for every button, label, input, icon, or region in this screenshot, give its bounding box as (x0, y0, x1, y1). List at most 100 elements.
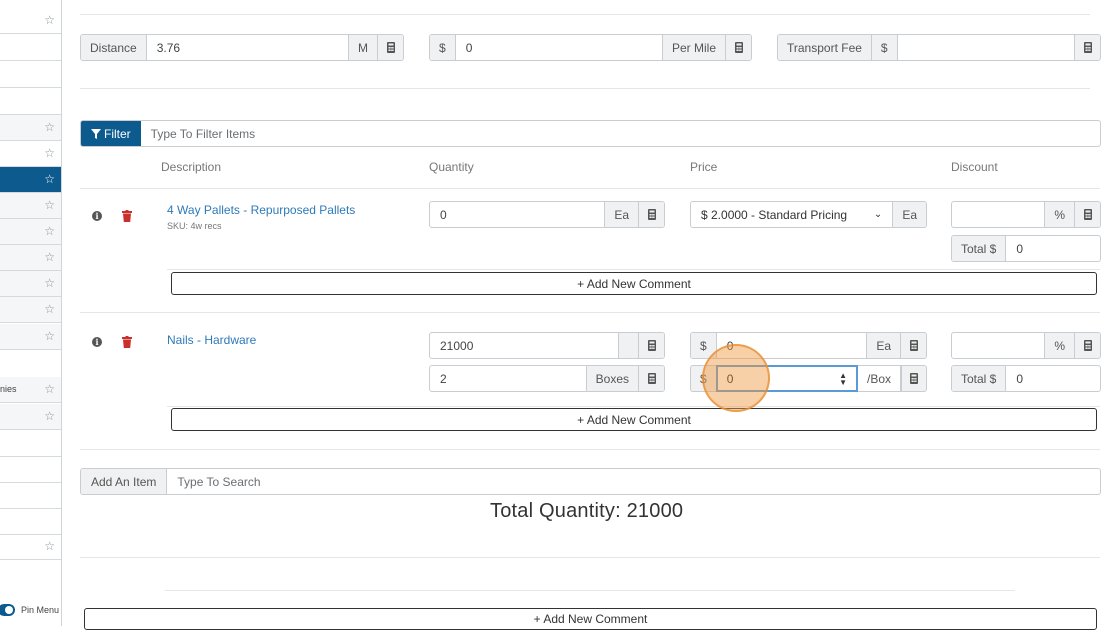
discount-group: % (951, 201, 1101, 228)
chevron-down-icon: ⌄ (873, 209, 883, 220)
star-icon[interactable]: ☆ (44, 382, 55, 396)
calculator-button[interactable] (638, 366, 664, 391)
add-comment-button[interactable]: + Add New Comment (84, 608, 1097, 630)
quantity-input[interactable]: 21000 (430, 333, 618, 358)
add-comment-button[interactable]: + Add New Comment (171, 272, 1097, 295)
info-icon[interactable]: i (92, 211, 102, 221)
sidebar-item[interactable] (0, 457, 61, 483)
box-price-group: $ 0 ▲ ▼ /Box (690, 365, 927, 392)
calculator-button[interactable] (638, 202, 664, 227)
trash-icon[interactable] (122, 210, 132, 222)
info-icon[interactable]: i (92, 337, 102, 347)
filter-icon (91, 128, 101, 139)
column-header-quantity: Quantity (429, 160, 474, 174)
star-icon[interactable]: ☆ (44, 302, 55, 316)
sidebar-item[interactable] (0, 89, 61, 115)
divider (80, 88, 1090, 89)
transport-fee-label: Transport Fee (778, 35, 872, 60)
sidebar-item[interactable]: ☆ (0, 219, 61, 245)
discount-input[interactable] (952, 333, 1044, 358)
star-icon[interactable]: ☆ (44, 539, 55, 553)
box-price-input[interactable]: 0 ▲ ▼ (715, 365, 858, 392)
calculator-button[interactable] (1074, 202, 1100, 227)
sidebar-item[interactable]: nies ☆ (0, 377, 61, 403)
star-icon[interactable]: ☆ (44, 146, 55, 160)
divider (80, 449, 1100, 450)
discount-unit: % (1044, 202, 1074, 227)
pin-menu[interactable]: Pin Menu (0, 602, 59, 618)
price-currency: $ (691, 333, 717, 358)
calculator-button[interactable] (1074, 333, 1100, 358)
calculator-button[interactable] (638, 333, 664, 358)
divider (80, 312, 1100, 313)
quantity-group: 0 Ea (429, 201, 665, 228)
calculator-button[interactable] (1074, 35, 1100, 60)
box-price-unit: /Box (857, 365, 901, 392)
box-quantity-input[interactable]: 2 (430, 366, 586, 391)
price-unit: Ea (892, 202, 926, 227)
divider (80, 188, 1100, 189)
discount-group: % (951, 332, 1101, 359)
quantity-group: 21000 (429, 332, 665, 359)
total-label: Total $ (952, 236, 1007, 261)
star-icon[interactable]: ☆ (44, 250, 55, 264)
add-item-search-input[interactable]: Type To Search (167, 469, 1100, 494)
sidebar-item[interactable] (0, 35, 61, 61)
sidebar-item[interactable] (0, 431, 61, 457)
price-select[interactable]: $ 2.0000 - Standard Pricing ⌄ (691, 202, 892, 227)
quantity-input[interactable]: 0 (430, 202, 604, 227)
total-group: Total $ 0 (951, 365, 1101, 392)
divider (165, 590, 1015, 591)
star-icon[interactable]: ☆ (44, 172, 55, 186)
calculator-icon (909, 340, 918, 351)
spinner-icon[interactable]: ▲ ▼ (839, 371, 847, 386)
price-select-group: $ 2.0000 - Standard Pricing ⌄ Ea (690, 201, 927, 228)
filter-button[interactable]: Filter (81, 121, 141, 146)
discount-input[interactable] (952, 202, 1044, 227)
pin-menu-toggle[interactable] (0, 604, 15, 616)
total-value: 0 (1016, 241, 1024, 256)
item-name-link[interactable]: Nails - Hardware (167, 333, 256, 347)
sidebar-item[interactable]: ☆ (0, 324, 61, 350)
price-input[interactable]: 0 (717, 333, 867, 358)
star-icon[interactable]: ☆ (44, 224, 55, 238)
sidebar-item[interactable]: ☆ (0, 193, 61, 219)
sidebar-item[interactable]: ☆ (0, 8, 61, 34)
divider (167, 269, 1100, 270)
star-icon[interactable]: ☆ (44, 409, 55, 423)
star-icon[interactable]: ☆ (44, 276, 55, 290)
divider (167, 406, 1100, 407)
distance-input[interactable]: 3.76 (147, 35, 348, 60)
total-value: 0 (1016, 371, 1024, 386)
calculator-icon (647, 209, 656, 220)
star-icon[interactable]: ☆ (44, 198, 55, 212)
sidebar-item[interactable] (0, 62, 61, 88)
box-price-value: 0 (726, 371, 734, 386)
filter-input[interactable]: Type To Filter Items (141, 121, 1100, 146)
sidebar-item[interactable]: ☆ (0, 141, 61, 167)
sidebar-item[interactable]: ☆ (0, 297, 61, 323)
sidebar-item[interactable]: ☆ (0, 245, 61, 271)
star-icon[interactable]: ☆ (44, 120, 55, 134)
star-icon[interactable]: ☆ (44, 329, 55, 343)
sidebar-item-active[interactable]: ☆ (0, 167, 61, 193)
transport-fee-input[interactable] (898, 35, 1074, 60)
sidebar-item[interactable]: ☆ (0, 534, 61, 560)
calculator-button[interactable] (900, 333, 926, 358)
calculator-button[interactable] (725, 35, 751, 60)
sidebar-item[interactable] (0, 509, 61, 535)
quantity-unit: Ea (604, 202, 638, 227)
calculator-button[interactable] (901, 365, 927, 392)
rate-input[interactable]: 0 (456, 35, 662, 60)
calculator-button[interactable] (377, 35, 403, 60)
rate-unit: Per Mile (661, 35, 725, 60)
sidebar-item[interactable]: ☆ (0, 115, 61, 141)
calculator-icon (647, 373, 656, 384)
trash-icon[interactable] (122, 336, 132, 348)
add-comment-button[interactable]: + Add New Comment (171, 408, 1097, 431)
sidebar-item[interactable]: ☆ (0, 271, 61, 297)
star-icon[interactable]: ☆ (44, 13, 55, 27)
sidebar-item[interactable]: ☆ (0, 404, 61, 430)
sidebar-item[interactable] (0, 483, 61, 509)
item-name-link[interactable]: 4 Way Pallets - Repurposed Pallets (167, 203, 355, 217)
